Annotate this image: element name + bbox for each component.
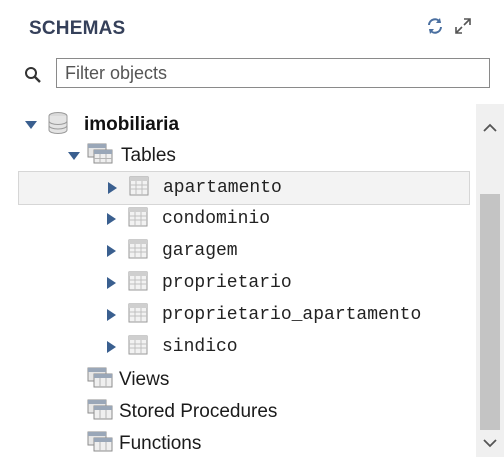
tree-group-functions[interactable]: Functions [87,427,201,457]
filter-bar [18,58,498,92]
scroll-up-button[interactable] [476,114,504,142]
table-item[interactable]: apartamento [18,171,470,205]
header-tools [425,16,473,36]
tree-group-label: Views [119,369,170,390]
refresh-icon[interactable] [425,16,445,36]
table-icon [128,335,148,360]
vertical-scrollbar[interactable] [476,104,504,457]
collapsed-arrow-icon[interactable] [104,340,118,354]
scroll-down-button[interactable] [476,429,504,457]
collapsed-arrow-icon[interactable] [104,308,118,322]
expand-icon[interactable] [453,16,473,36]
table-name: condominio [162,209,271,229]
table-name: garagem [162,241,238,261]
collapsed-arrow-icon[interactable] [104,212,118,226]
tree-group-label: Functions [119,433,202,454]
collapsed-arrow-icon[interactable] [105,181,119,195]
table-item[interactable]: sindico [104,330,238,364]
table-icon [128,303,148,328]
chevron-down-icon [483,439,497,448]
table-item[interactable]: proprietario [104,266,292,300]
filter-objects-input[interactable] [56,58,490,88]
table-icon [128,271,148,296]
panel-title: SCHEMAS [29,18,126,39]
functions-icon [87,431,113,457]
tree-group-tables[interactable]: Tables [67,139,176,173]
schema-node-imobiliaria[interactable]: imobiliaria [24,108,179,142]
collapsed-arrow-icon[interactable] [104,276,118,290]
tree-group-views[interactable]: Views [87,363,169,397]
stored-procedures-icon [87,399,113,426]
schema-name: imobiliaria [84,114,180,135]
tree-group-label: Stored Procedures [119,401,278,422]
table-name: apartamento [163,178,282,198]
table-item[interactable]: garagem [104,234,238,268]
schema-tree: imobiliaria Tables apartamento condomini… [0,104,476,457]
collapsed-arrow-icon[interactable] [104,244,118,258]
table-group-icon [87,143,113,170]
table-icon [128,207,148,232]
views-icon [87,367,113,394]
schemas-header: SCHEMAS [0,0,504,58]
table-item[interactable]: condominio [104,202,270,236]
scroll-thumb[interactable] [480,194,500,430]
tree-group-label: Tables [121,145,176,166]
expanded-arrow-icon[interactable] [24,118,38,132]
table-name: sindico [162,337,238,357]
table-icon [128,239,148,264]
table-icon [129,176,149,201]
database-icon [47,111,69,140]
tree-group-stored-procedures[interactable]: Stored Procedures [87,395,277,429]
table-item[interactable]: proprietario_apartamento [104,298,421,332]
expanded-arrow-icon[interactable] [67,149,81,163]
table-name: proprietario_apartamento [162,305,422,325]
table-name: proprietario [162,273,292,293]
chevron-up-icon [483,123,497,132]
search-icon [24,66,42,84]
